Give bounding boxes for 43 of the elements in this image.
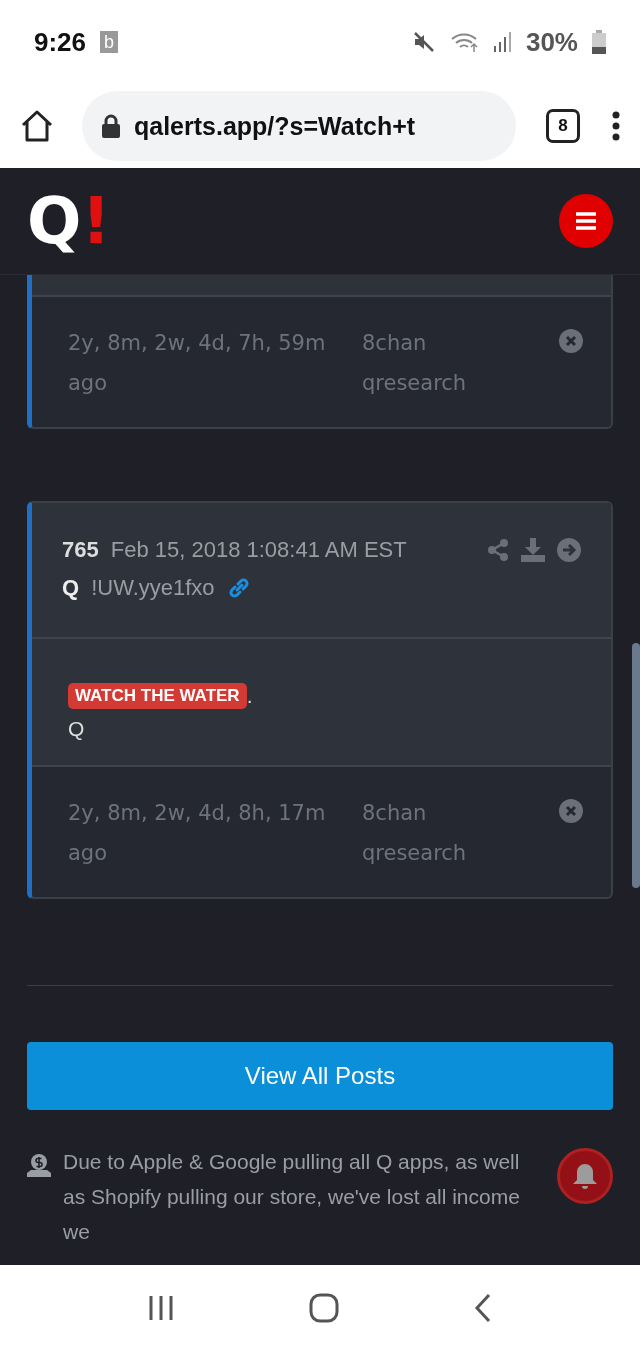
link-icon[interactable]	[226, 576, 251, 600]
close-button[interactable]	[559, 329, 583, 353]
share-icon[interactable]	[487, 539, 509, 561]
post-text: .	[246, 684, 253, 708]
post-text: Q	[68, 717, 85, 741]
back-icon[interactable]	[473, 1293, 493, 1323]
menu-button[interactable]	[559, 194, 613, 248]
clock: 9:26	[34, 26, 87, 58]
post-date: Feb 15, 2018 1:08:41 AM EST	[110, 537, 408, 563]
scrollbar[interactable]	[632, 643, 640, 888]
download-icon[interactable]	[521, 538, 545, 562]
close-icon	[565, 805, 577, 817]
home-icon[interactable]	[309, 1293, 339, 1323]
more-icon[interactable]	[612, 111, 620, 141]
notification-bell-button[interactable]	[557, 1148, 613, 1204]
site-logo[interactable]: Q!	[27, 189, 111, 253]
signal-icon	[493, 32, 512, 52]
arrow-right-icon[interactable]	[557, 538, 581, 562]
lock-icon	[102, 114, 120, 138]
battery-icon	[592, 30, 606, 54]
tripcode: !UW.yye1fxo	[91, 575, 215, 601]
post-age: 2y, 8m, 2w, 4d, 7h, 59m ago	[68, 330, 327, 397]
menu-icon	[574, 211, 598, 231]
post-author: Q	[62, 575, 80, 601]
view-all-posts-button[interactable]: View All Posts	[27, 1042, 613, 1110]
bell-icon	[571, 1162, 599, 1190]
close-icon	[565, 335, 577, 347]
notification-icon: b	[100, 31, 119, 53]
post-number: 765	[62, 537, 99, 563]
mute-icon	[411, 30, 436, 54]
battery-level: 30%	[525, 26, 578, 58]
money-icon	[27, 1153, 51, 1177]
post-age: 2y, 8m, 2w, 4d, 8h, 17m ago	[68, 800, 327, 867]
recent-apps-icon[interactable]	[147, 1294, 175, 1322]
address-bar[interactable]: qalerts.app/?s=Watch+t	[82, 91, 516, 161]
notice-text: Due to Apple & Google pulling all Q apps, as well as Shopify pulling our store, we've lost all income we	[63, 1149, 521, 1245]
post-source: 8chan qresearch	[362, 330, 468, 397]
tab-count-button[interactable]: 8	[546, 109, 580, 143]
post-source: 8chan qresearch	[362, 800, 468, 867]
home-icon[interactable]	[20, 110, 54, 142]
highlighted-text: WATCH THE WATER	[68, 683, 247, 709]
close-button[interactable]	[559, 799, 583, 823]
wifi-icon	[449, 30, 480, 54]
